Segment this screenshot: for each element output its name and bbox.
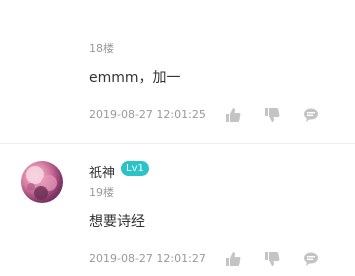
thumbs-up-icon[interactable] [225,251,241,267]
comment-timestamp: 2019-08-27 12:01:27 [89,252,206,265]
floor-label: 19楼 [89,186,114,199]
comment-content: emmm，加一 [89,70,181,86]
comment-divider [0,143,355,144]
thumbs-down-icon[interactable] [264,251,280,267]
comment-actions [225,107,319,123]
comment-content: 想要诗经 [89,214,145,230]
floor-label: 18楼 [89,42,114,55]
comment-bubble-icon[interactable] [303,107,319,123]
comment-actions [225,251,319,267]
level-badge: Lv1 [121,161,149,176]
comment-bubble-icon[interactable] [303,251,319,267]
comment-timestamp: 2019-08-27 12:01:25 [89,108,206,121]
thumbs-up-icon[interactable] [225,107,241,123]
username[interactable]: 祇神 [89,162,115,181]
thumbs-down-icon[interactable] [264,107,280,123]
avatar[interactable] [21,161,63,203]
